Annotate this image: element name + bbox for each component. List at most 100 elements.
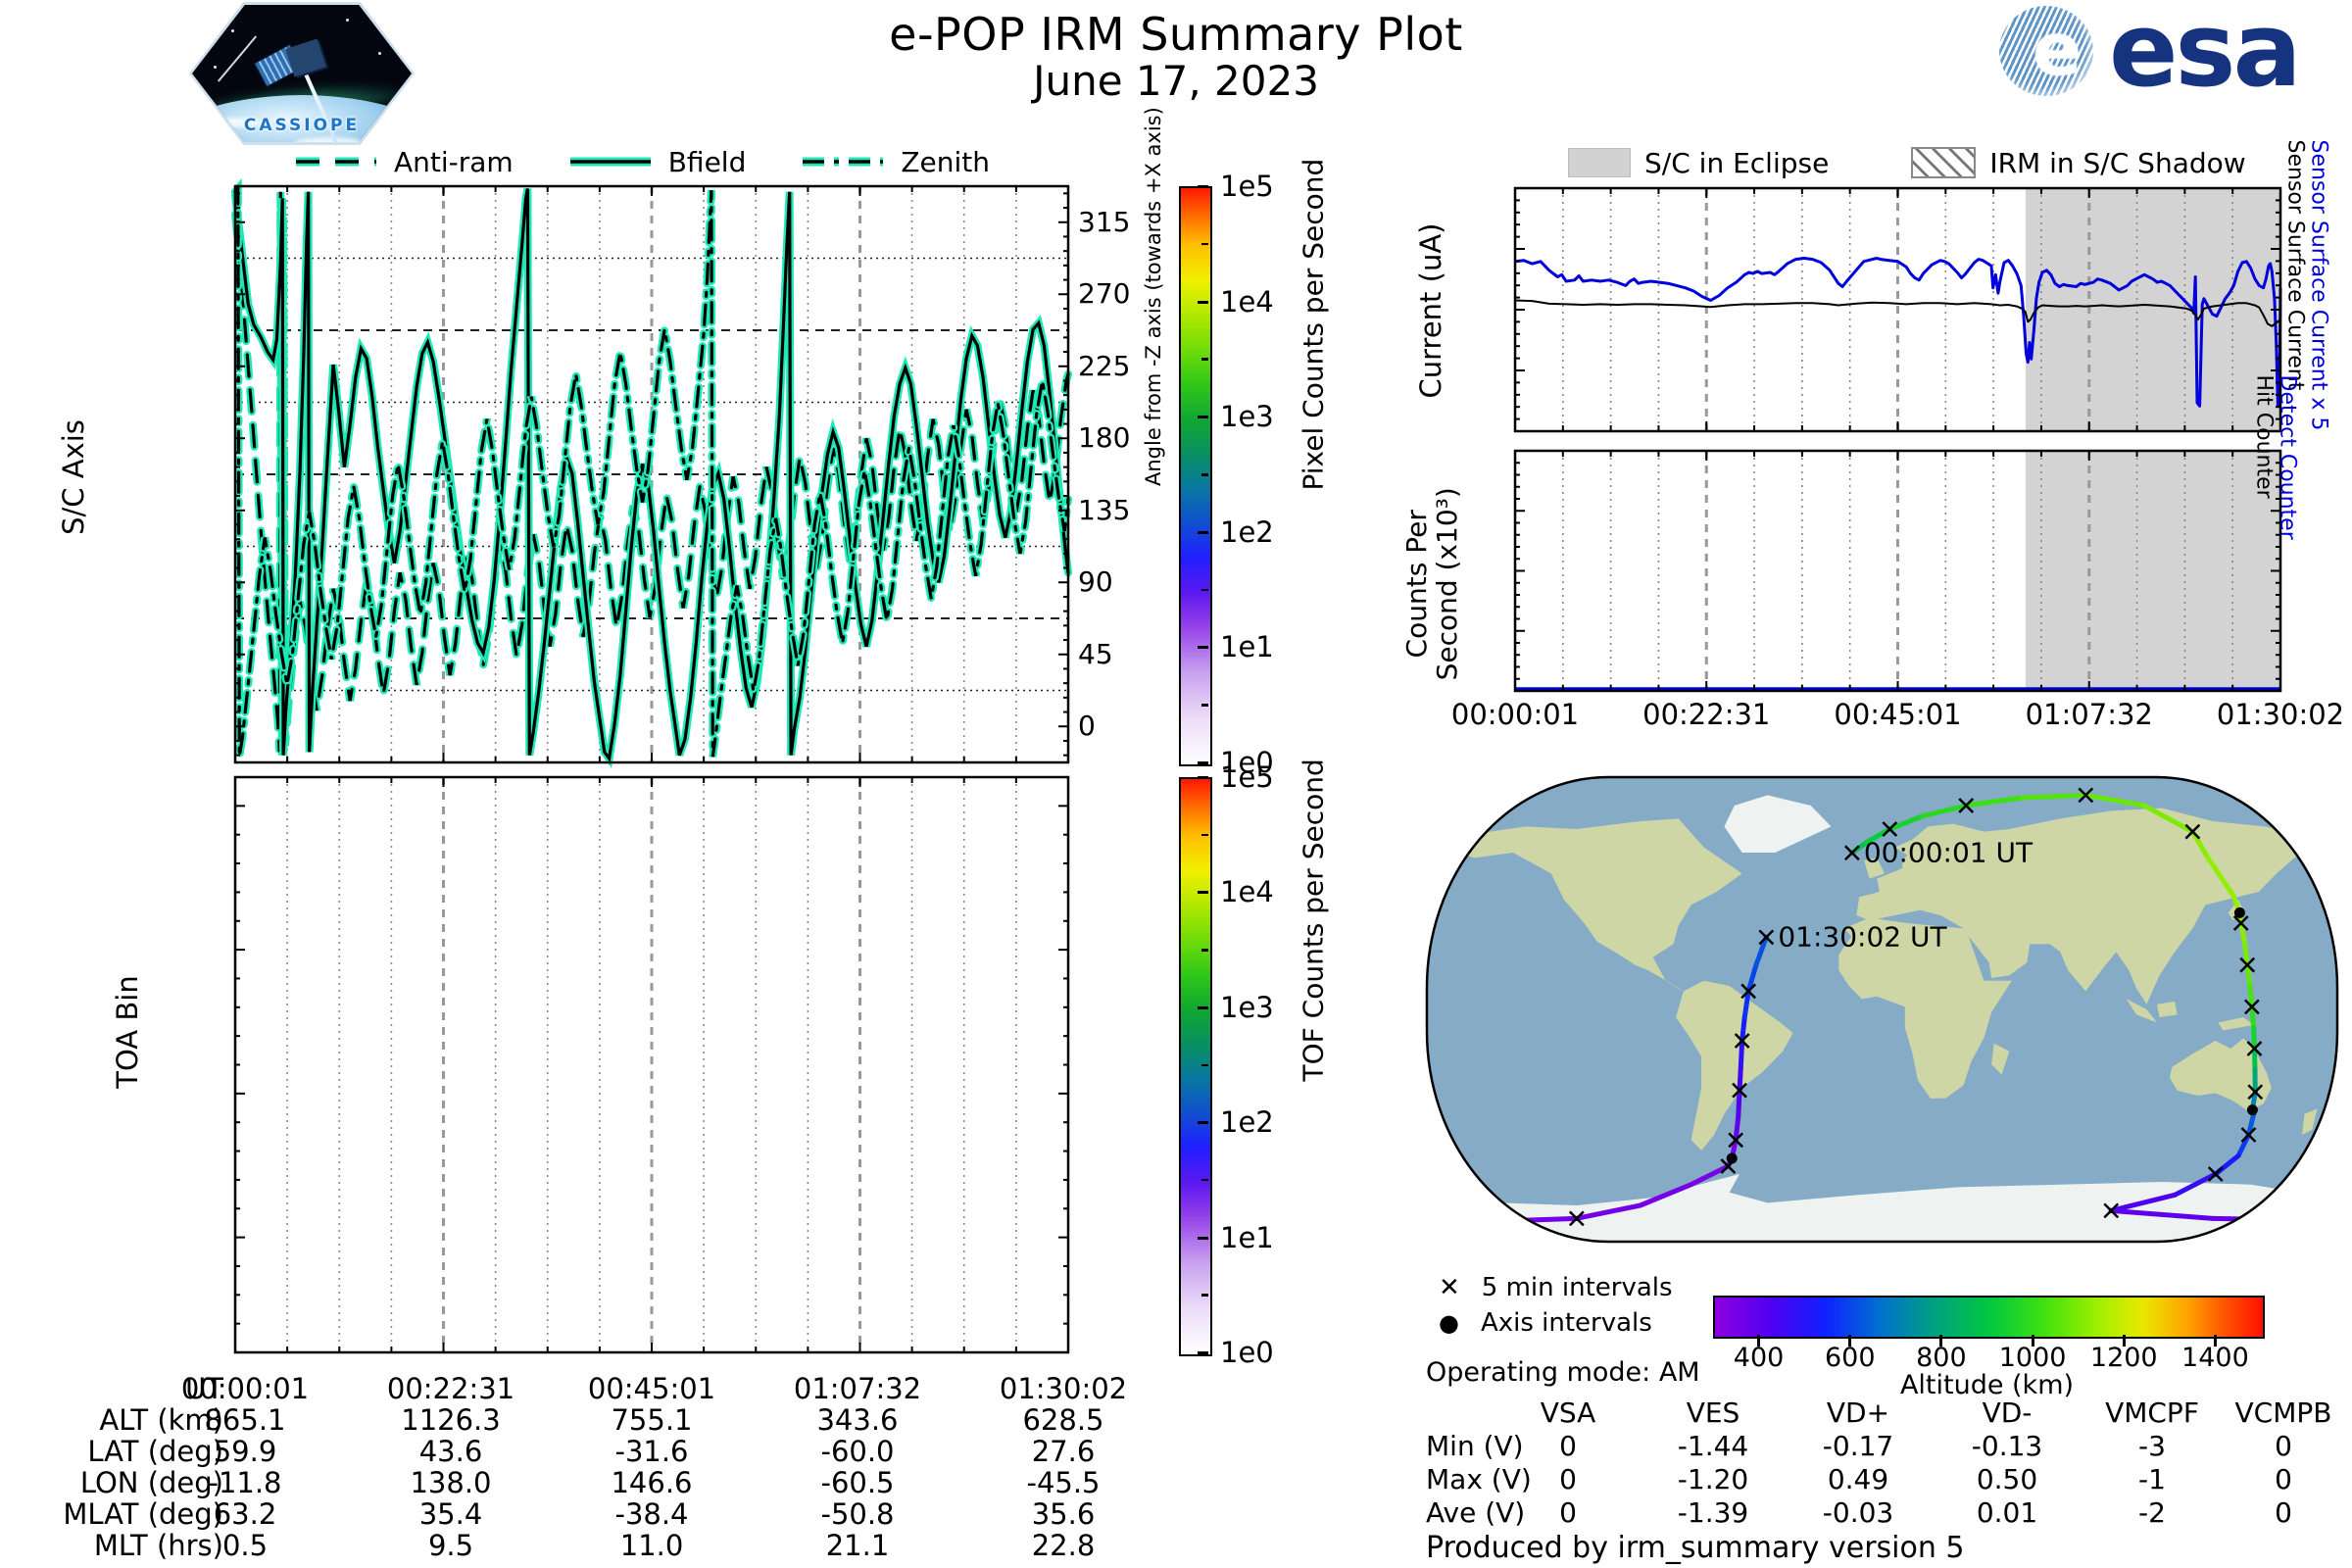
cbar-tick-1e5: 1e5 [1220, 760, 1274, 794]
tof-colorbar [1179, 777, 1212, 1356]
shadow-hatch-swatch [1911, 147, 1977, 178]
angle-tick-270: 270 [1078, 277, 1131, 311]
legend-line-sample [803, 157, 884, 167]
time-tick-3: 01:07:32 [2025, 698, 2153, 731]
angle-tick-225: 225 [1078, 349, 1131, 382]
legend-item-anti-ram: Anti-ram [294, 146, 514, 178]
footer-version: Produced by irm_summary version 5 [1426, 1531, 1965, 1565]
page-title: e-POP IRM Summary Plot [889, 8, 1463, 61]
legend-line-sample [296, 157, 376, 167]
ephemeris-value: 9.5 [427, 1529, 474, 1562]
cbar-tickmark [1198, 1236, 1208, 1240]
row-label: MLT (hrs) [93, 1529, 223, 1562]
cassiope-mission-patch: CASSIOPE [189, 2, 415, 145]
patch-mission-name: CASSIOPE [243, 116, 361, 135]
time-tick-0: 00:00:01 [1450, 698, 1580, 731]
cbar-tickmark [1198, 891, 1208, 895]
dot-marker-icon: ● [1439, 1309, 1459, 1337]
trace-legend: Anti-ram Bfield Zenith [294, 145, 1019, 178]
angle-tick-90: 90 [1078, 565, 1113, 599]
ephemeris-value: 11.0 [619, 1529, 684, 1562]
page-date: June 17, 2023 [1033, 57, 1319, 105]
map-marker-legend: ✕ 5 min intervals ● Axis intervals [1439, 1270, 1673, 1341]
cbar-minortick [1201, 473, 1208, 476]
cbar-tick-1e2: 1e2 [1220, 514, 1274, 549]
shadow-legend-label: IRM in S/C Shadow [1989, 146, 2246, 179]
eclipse-swatch [1568, 148, 1631, 177]
star-icon [231, 29, 235, 33]
voltage-value: 0.01 [1976, 1496, 2038, 1529]
cbar-minortick [1201, 242, 1208, 246]
voltage-value: -1 [2138, 1463, 2166, 1495]
voltage-value: -3 [2138, 1430, 2166, 1462]
voltage-header: VCMPB [2234, 1396, 2332, 1429]
voltage-value: -0.17 [1822, 1430, 1894, 1462]
toa-plot [233, 775, 1070, 1354]
tof-colorbar-label: TOF Counts per Second [1297, 759, 1330, 1082]
cbar-minortick [1201, 588, 1208, 592]
voltage-header: VMCPF [2105, 1396, 2199, 1429]
time-tick-2: 00:45:01 [1834, 698, 1962, 731]
voltage-row-Ave (V): Ave (V) 0 -1.39 -0.03 0.01 -2 0 [0, 1496, 2352, 1530]
current-ylabel: Current (uA) [1414, 222, 1447, 399]
eclipse-legend-label: S/C in Eclipse [1644, 146, 1830, 179]
legend-label: Bfield [667, 145, 747, 178]
star-icon [214, 65, 218, 69]
current-plot [1513, 186, 2282, 433]
esa-wordmark: esa [2109, 0, 2302, 110]
ground-track-map: 00:00:01 UT 01:30:02 UT [1425, 775, 2339, 1244]
cbar-tick-1e1: 1e1 [1220, 630, 1274, 664]
time-tick-1: 00:22:31 [1642, 698, 1771, 731]
counts-ylabel: Counts Per Second (x10³) [1400, 487, 1463, 681]
ephemeris-value: 21.1 [825, 1529, 890, 1562]
sc-axis-plot [231, 177, 1072, 768]
satellite-boom-art [217, 35, 257, 82]
cbar-tick-1e0: 1e0 [1220, 1336, 1274, 1369]
voltage-value: 0 [2275, 1430, 2292, 1462]
angle-axis-label: Angle from -Z axis (towards +X axis) [1142, 107, 1165, 486]
axis-intervals-label: Axis intervals [1480, 1308, 1652, 1338]
voltage-header: VD+ [1826, 1396, 1890, 1429]
borneo [2156, 1002, 2178, 1018]
cbar-minortick [1201, 1178, 1208, 1182]
x-marker-icon: ✕ [1439, 1273, 1460, 1302]
ephemeris-value: 0.5 [221, 1529, 269, 1562]
voltage-value: -1.44 [1677, 1430, 1749, 1462]
track-start-label: 00:00:01 UT [1864, 836, 2034, 868]
altitude-colorbar [1713, 1296, 2265, 1339]
voltage-header-row: VSA VES VD+ VD- VMCPF VCMPB [0, 1396, 2352, 1430]
current-right-label-blue: Sensor Surface Current x 5 [2306, 139, 2331, 431]
voltage-value: -1.39 [1677, 1496, 1749, 1529]
cbar-tick-1e3: 1e3 [1220, 400, 1274, 434]
esa-e-glyph: e [2033, 8, 2082, 92]
voltage-header: VES [1686, 1396, 1740, 1429]
counts-plot [1513, 449, 2282, 693]
counts-right-label-black: Hit Counter [2251, 374, 2277, 499]
angle-tick-315: 315 [1078, 205, 1131, 238]
voltage-value: -1.20 [1677, 1463, 1749, 1495]
voltage-value: -0.13 [1971, 1430, 2043, 1462]
track-end-label: 01:30:02 UT [1778, 920, 1947, 953]
cbar-tickmark [1198, 1005, 1208, 1009]
cbar-tick-1e1: 1e1 [1220, 1220, 1274, 1254]
five-min-label: 5 min intervals [1481, 1273, 1673, 1302]
cbar-tickmark [1198, 300, 1208, 304]
row-label: Max (V) [1426, 1463, 1532, 1495]
voltage-value: -2 [2138, 1496, 2166, 1529]
alt-tick-1400: 1400 [2181, 1343, 2249, 1373]
esa-logo: e esa [1999, 0, 2342, 110]
voltage-value: 0 [2275, 1496, 2292, 1529]
cbar-minortick [1201, 833, 1208, 837]
toa-ylabel: TOA Bin [111, 975, 144, 1089]
cbar-tickmark [1198, 185, 1208, 188]
time-tick-4: 01:30:02 [2216, 698, 2345, 731]
cbar-minortick [1201, 704, 1208, 707]
cbar-tick-1e4: 1e4 [1220, 284, 1274, 318]
cbar-tickmark [1198, 1121, 1208, 1125]
cbar-minortick [1201, 949, 1208, 952]
voltage-row-Max (V): Max (V) 0 -1.20 0.49 0.50 -1 0 [0, 1463, 2352, 1496]
voltage-header: VSA [1540, 1396, 1596, 1429]
angle-tick-0: 0 [1078, 710, 1096, 743]
voltage-value: 0.50 [1976, 1463, 2038, 1495]
pixel-colorbar-label: Pixel Counts per Second [1297, 158, 1330, 491]
